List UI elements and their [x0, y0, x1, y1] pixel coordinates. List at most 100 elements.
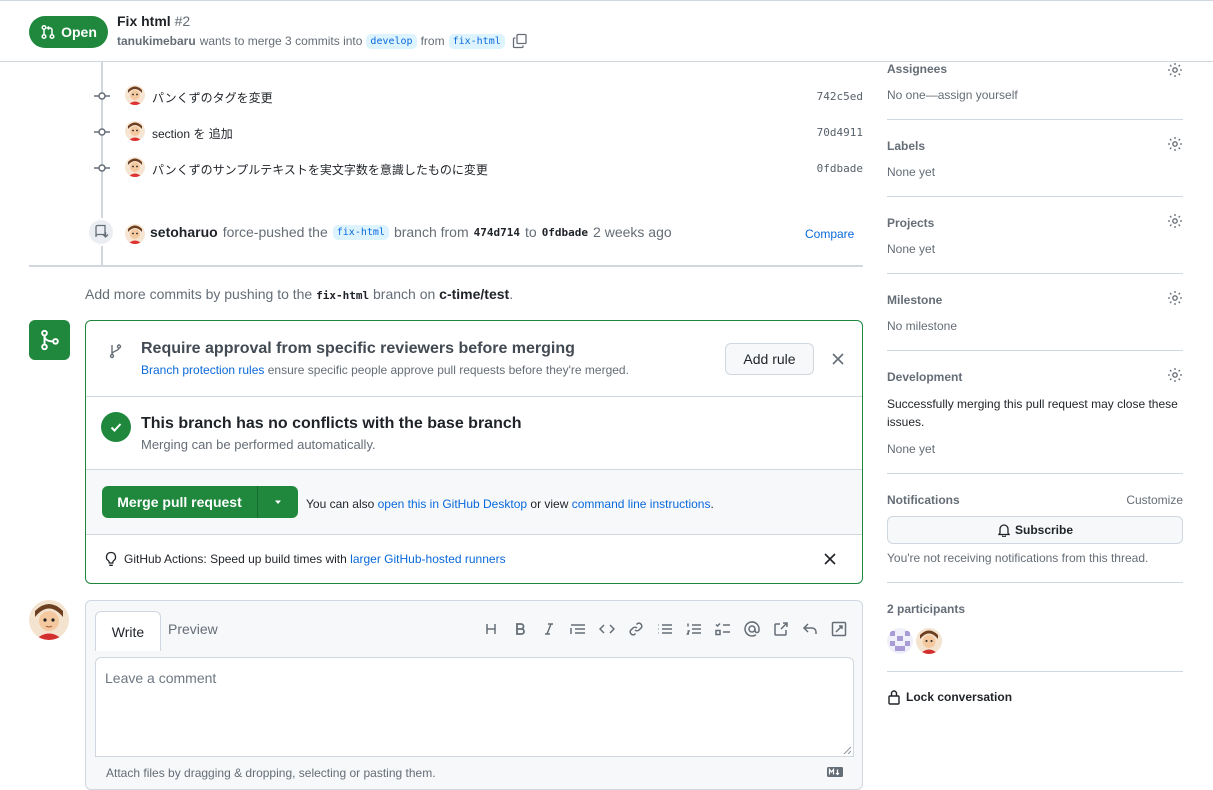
gear-icon[interactable]: [1167, 62, 1183, 78]
mention-icon[interactable]: [737, 619, 766, 639]
gear-icon[interactable]: [1167, 136, 1183, 152]
avatar[interactable]: [29, 600, 69, 640]
gear-icon[interactable]: [1167, 213, 1183, 229]
no-conflicts-title: This branch has no conflicts with the ba…: [141, 415, 522, 432]
force-push-text-2: branch from: [393, 224, 469, 240]
reply-icon[interactable]: [795, 619, 824, 639]
participant-avatar[interactable]: [887, 628, 913, 654]
assignees-text[interactable]: No one—assign yourself: [887, 88, 1018, 102]
comment-textarea[interactable]: Leave a comment: [95, 657, 854, 757]
force-push-event: setoharuo force-pushed the fix-html bran…: [150, 224, 672, 240]
force-push-from-sha[interactable]: 474d714: [474, 226, 520, 239]
merge-pull-request-button[interactable]: Merge pull request: [102, 486, 298, 518]
subscribe-button[interactable]: Subscribe: [887, 516, 1183, 544]
fullscreen-icon[interactable]: [824, 619, 853, 639]
base-branch-tag[interactable]: develop: [366, 33, 417, 49]
merge-button-label[interactable]: Merge pull request: [102, 486, 258, 518]
pr-state-label: Open: [61, 24, 97, 40]
branch-rule-text: ensure specific people approve pull requ…: [267, 363, 629, 377]
actions-tip-text: Speed up build times with: [210, 552, 347, 566]
markdown-toolbar: [476, 619, 853, 639]
code-icon[interactable]: [592, 619, 621, 639]
assignees-heading[interactable]: Assignees: [887, 62, 947, 76]
branch-protection-link[interactable]: Branch protection rules: [141, 363, 264, 377]
avatar[interactable]: [125, 121, 145, 141]
gear-icon[interactable]: [1167, 290, 1183, 306]
actions-tip-label: GitHub Actions:: [124, 552, 207, 566]
add-more-text: Add more commits by pushing to the: [85, 286, 313, 302]
tab-write[interactable]: Write: [95, 611, 161, 651]
commit-sha[interactable]: 70d4911: [817, 126, 863, 139]
tab-preview[interactable]: Preview: [168, 621, 218, 637]
labels-heading[interactable]: Labels: [887, 139, 925, 153]
compare-link[interactable]: Compare: [805, 227, 854, 241]
pr-merge-text: wants to merge 3 commits into: [199, 34, 363, 48]
tasklist-icon[interactable]: [708, 619, 737, 639]
gear-icon[interactable]: [1167, 367, 1183, 383]
lock-conversation-button[interactable]: Lock conversation: [887, 689, 1012, 705]
branch-protection-section: Require approval from specific reviewers…: [86, 321, 862, 397]
merge-status-icon: [29, 320, 70, 360]
pr-author-link[interactable]: tanukimebaru: [117, 34, 196, 48]
sidebar-assignees: Assignees No one—assign yourself: [887, 62, 1183, 120]
bold-icon[interactable]: [505, 619, 534, 639]
pr-state-badge: Open: [29, 16, 108, 48]
ordered-list-icon[interactable]: [679, 619, 708, 639]
notifications-heading: Notifications: [887, 493, 960, 507]
commit-message[interactable]: section を 追加: [152, 125, 233, 142]
branch-rule-subtitle: Branch protection rules ensure specific …: [141, 363, 629, 377]
participant-avatar[interactable]: [916, 628, 942, 654]
force-push-text: force-pushed the: [222, 224, 328, 240]
cross-reference-icon[interactable]: [766, 619, 795, 639]
milestone-heading[interactable]: Milestone: [887, 293, 942, 307]
projects-heading[interactable]: Projects: [887, 216, 934, 230]
sidebar-projects: Projects None yet: [887, 197, 1183, 274]
open-github-desktop-link[interactable]: open this in GitHub Desktop: [378, 497, 527, 511]
git-commit-icon: [94, 124, 110, 140]
head-branch-tag[interactable]: fix-html: [448, 33, 505, 49]
force-push-branch[interactable]: fix-html: [332, 224, 389, 240]
development-heading[interactable]: Development: [887, 370, 962, 384]
add-more-branch: fix-html: [316, 289, 370, 302]
force-push-to-sha[interactable]: 0fdbade: [542, 226, 588, 239]
commit-sha[interactable]: 0fdbade: [817, 162, 863, 175]
lock-conversation-label[interactable]: Lock conversation: [906, 690, 1012, 704]
force-push-time[interactable]: 2 weeks ago: [593, 224, 672, 240]
comment-placeholder: Leave a comment: [105, 670, 217, 686]
unordered-list-icon[interactable]: [650, 619, 679, 639]
merge-alt-text: You can also: [306, 497, 375, 511]
sidebar-participants: 2 participants: [887, 583, 1183, 672]
sidebar-labels: Labels None yet: [887, 120, 1183, 197]
command-line-instructions-link[interactable]: command line instructions: [572, 497, 711, 511]
add-more-repo: c-time/test: [439, 286, 510, 302]
commit-message[interactable]: パンくずのタグを変更: [152, 89, 273, 106]
avatar[interactable]: [125, 224, 145, 244]
milestone-value: No milestone: [887, 319, 958, 333]
heading-icon[interactable]: [476, 619, 505, 639]
copy-icon[interactable]: [512, 33, 528, 49]
avatar[interactable]: [125, 85, 145, 105]
close-icon[interactable]: [830, 351, 846, 367]
commit-message[interactable]: パンくずのサンプルテキストを実文字数を意識したものに変更: [152, 161, 488, 178]
customize-link[interactable]: Customize: [1126, 493, 1183, 507]
avatar[interactable]: [125, 157, 145, 177]
git-pull-request-icon: [41, 24, 55, 40]
add-rule-button[interactable]: Add rule: [725, 343, 814, 375]
italic-icon[interactable]: [534, 619, 563, 639]
merge-options-dropdown[interactable]: [258, 486, 298, 518]
resize-handle-icon[interactable]: [843, 746, 851, 754]
force-push-actor[interactable]: setoharuo: [150, 224, 218, 240]
sidebar-development: Development Successfully merging this pu…: [887, 351, 1183, 474]
pr-from-text: from: [420, 34, 445, 48]
merge-alt-period: .: [710, 497, 714, 511]
close-icon[interactable]: [822, 551, 838, 567]
subscribe-label[interactable]: Subscribe: [1015, 523, 1073, 537]
link-icon[interactable]: [621, 619, 650, 639]
commit-sha[interactable]: 742c5ed: [817, 90, 863, 103]
force-push-badge: [87, 218, 115, 246]
quote-icon[interactable]: [563, 619, 592, 639]
light-bulb-icon: [105, 551, 117, 566]
development-value: None yet: [887, 442, 936, 456]
larger-runners-link[interactable]: larger GitHub-hosted runners: [350, 552, 505, 566]
git-merge-icon: [40, 329, 59, 351]
